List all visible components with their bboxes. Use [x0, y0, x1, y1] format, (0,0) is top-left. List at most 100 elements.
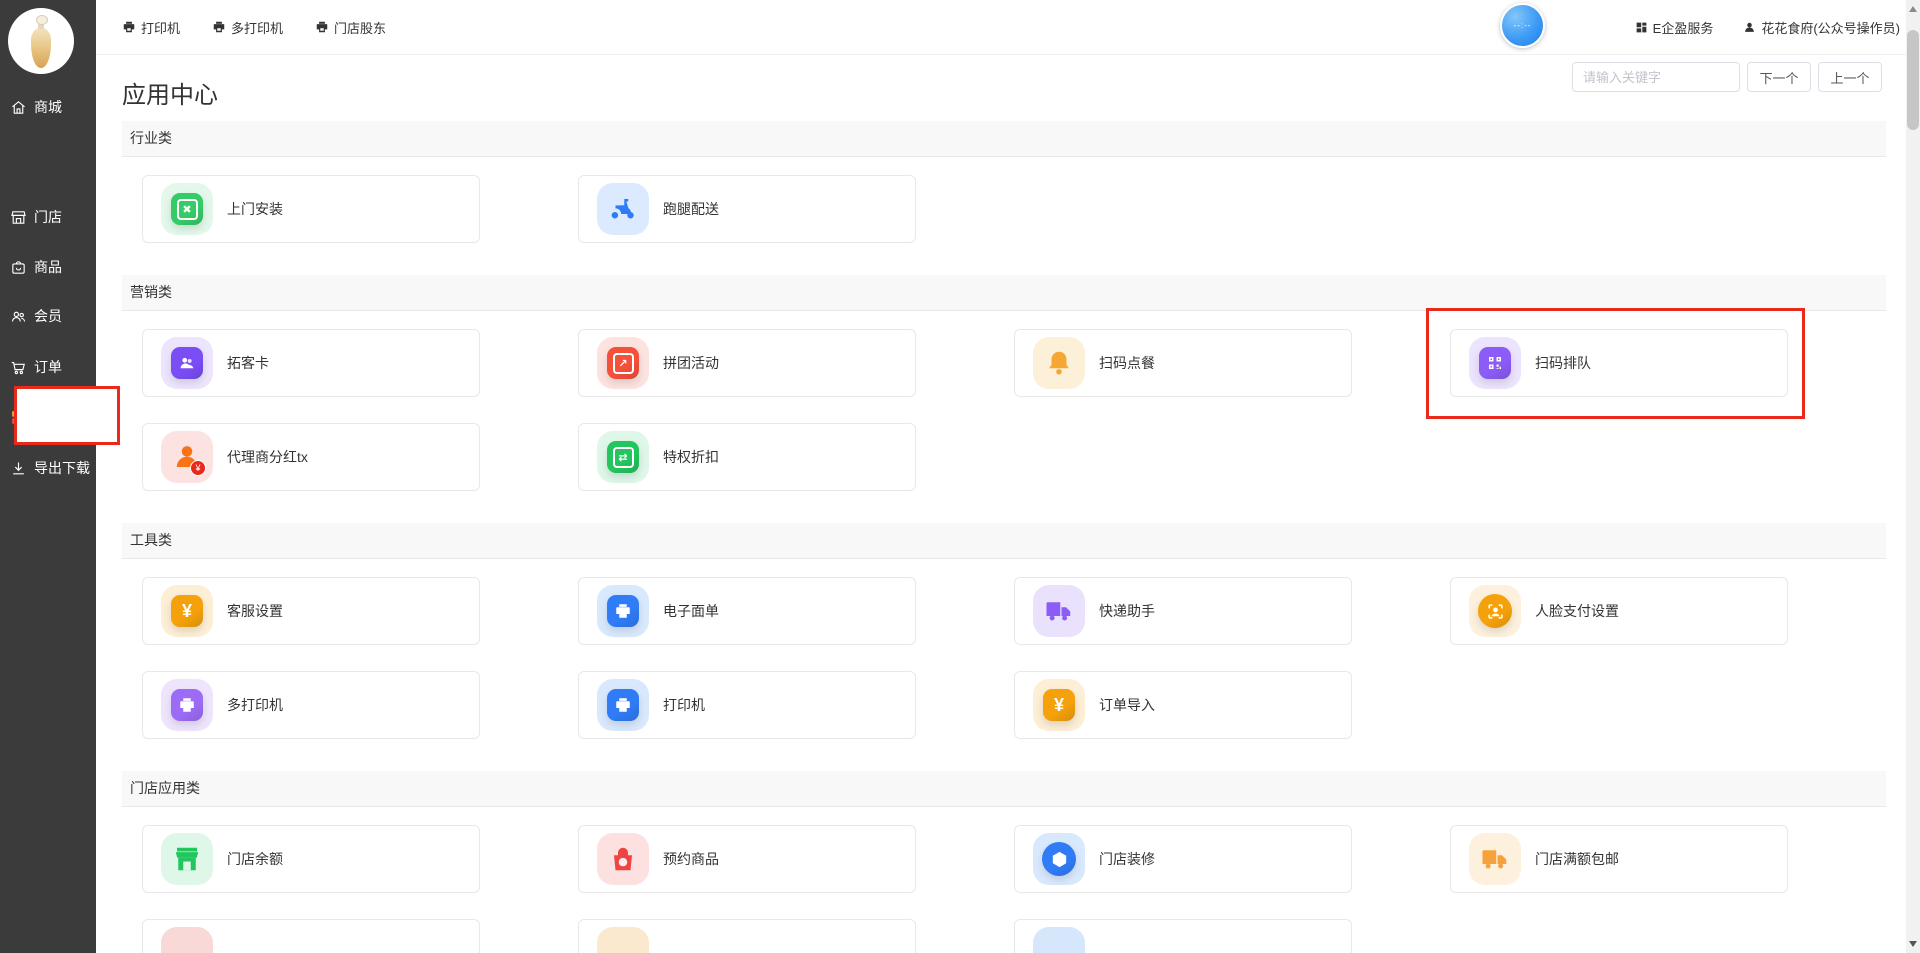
app-card-label: 客服设置: [227, 601, 283, 621]
page-title: 应用中心: [122, 75, 218, 110]
sidebar-item-label: 会员: [34, 306, 62, 326]
app-card[interactable]: 门店装修: [1014, 825, 1352, 893]
app-card[interactable]: 门店满额包邮: [1450, 825, 1788, 893]
floating-assistant-widget[interactable]: --:--: [1500, 3, 1545, 48]
service-menu[interactable]: E企盈服务: [1635, 18, 1714, 37]
app-card[interactable]: ↗ 拼团活动: [578, 329, 916, 397]
yen-icon: ¥: [161, 585, 213, 637]
icon-tile: [171, 689, 203, 721]
app-card-partial[interactable]: [1014, 919, 1352, 953]
topbar-link-1[interactable]: 多打印机: [212, 18, 283, 37]
app-card-partial[interactable]: [578, 919, 916, 953]
topbar: 打印机 多打印机 门店股东 E企盈服务 花花食府(公众号操作员): [96, 0, 1906, 55]
app-card[interactable]: 跑腿配送: [578, 175, 916, 243]
app-card[interactable]: 拓客卡: [142, 329, 480, 397]
bell-icon: [1033, 337, 1085, 389]
app-card[interactable]: ✖ 上门安装: [142, 175, 480, 243]
app-card[interactable]: 多打印机: [142, 671, 480, 739]
app-card[interactable]: ¥订单导入: [1014, 671, 1352, 739]
app-card[interactable]: 人脸支付设置: [1450, 577, 1788, 645]
icon-tile: ⇄: [607, 441, 639, 473]
sidebar-item-download[interactable]: 导出下载: [0, 455, 96, 481]
topbar-link-label: 打印机: [141, 18, 180, 37]
scroll-down-arrow[interactable]: [1909, 941, 1917, 947]
download-icon: [10, 460, 27, 477]
icon-tile: ¥: [171, 595, 203, 627]
members-icon: [10, 308, 27, 325]
app-card[interactable]: 快递助手: [1014, 577, 1352, 645]
app-card-label: 多打印机: [227, 695, 283, 715]
app-card-label: 上门安装: [227, 199, 283, 219]
search-input[interactable]: [1572, 62, 1740, 92]
sidebar-item-label: 门店: [34, 207, 62, 227]
topbar-link-2[interactable]: 门店股东: [315, 18, 386, 37]
app-card[interactable]: 扫码点餐: [1014, 329, 1352, 397]
icon-tile: [1042, 842, 1076, 876]
sidebar-item-cart[interactable]: 订单: [0, 354, 96, 380]
sidebar-item-label: 导出下载: [34, 458, 90, 478]
store-logo-avatar[interactable]: [8, 8, 74, 74]
grid-icon: [1635, 21, 1648, 34]
sidebar-item-store[interactable]: 门店: [0, 204, 96, 230]
app-card[interactable]: ⇄ 特权折扣: [578, 423, 916, 491]
app-card-partial[interactable]: [142, 919, 480, 953]
app-card[interactable]: ¥代理商分红tx: [142, 423, 480, 491]
section-grid: ✖ 上门安装 跑腿配送: [122, 157, 1886, 275]
app-card-label: 快递助手: [1099, 601, 1155, 621]
app-card-label: 门店余额: [227, 849, 283, 869]
app-card-label: 门店装修: [1099, 849, 1155, 869]
topbar-link-0[interactable]: 打印机: [122, 18, 180, 37]
section-header: 营销类: [122, 275, 1886, 311]
scroll-up-arrow[interactable]: [1909, 6, 1917, 12]
app-card-label: 人脸支付设置: [1535, 601, 1619, 621]
icon-tile: [607, 595, 639, 627]
printer-icon: [597, 585, 649, 637]
icon-tile: ✖: [171, 193, 203, 225]
scrollbar-thumb[interactable]: [1907, 30, 1919, 130]
app-card[interactable]: 门店余额: [142, 825, 480, 893]
app-card[interactable]: ¥ 客服设置: [142, 577, 480, 645]
prev-button[interactable]: 上一个: [1818, 62, 1882, 92]
app-card-label: 预约商品: [663, 849, 719, 869]
next-button[interactable]: 下一个: [1747, 62, 1811, 92]
swap-icon: ⇄: [597, 431, 649, 483]
app-icon-partial: [597, 927, 649, 953]
section-header: 工具类: [122, 523, 1886, 559]
app-icon-partial: [1033, 927, 1085, 953]
app-card[interactable]: 预约商品: [578, 825, 916, 893]
app-card-label: 拼团活动: [663, 353, 719, 373]
yen-icon: ¥: [1033, 679, 1085, 731]
store-icon: [10, 209, 27, 226]
service-label: E企盈服务: [1653, 18, 1714, 37]
icon-tile: [171, 347, 203, 379]
annotation-box-sidebar-apps: [14, 386, 120, 445]
app-card[interactable]: 打印机: [578, 671, 916, 739]
topbar-link-label: 门店股东: [334, 18, 386, 37]
sidebar: 商城门店商品会员订单应用导出下载: [0, 0, 96, 953]
app-card-label: 扫码点餐: [1099, 353, 1155, 373]
truck-icon: [1033, 585, 1085, 637]
printer-icon: [212, 20, 226, 34]
sidebar-item-label: 订单: [34, 357, 62, 377]
vertical-scrollbar[interactable]: [1906, 0, 1920, 953]
app-card-label: 特权折扣: [663, 447, 719, 467]
sidebar-item-home[interactable]: 商城: [0, 94, 96, 120]
cart-icon: [10, 359, 27, 376]
sidebar-item-label: 商城: [34, 97, 62, 117]
annotation-box-queue-app: [1426, 308, 1805, 419]
user-icon: [1743, 21, 1756, 34]
user-menu[interactable]: 花花食府(公众号操作员): [1743, 18, 1900, 37]
app-window: 商城门店商品会员订单应用导出下载 打印机多打印机门店股东 E企盈服务 花花食府(…: [0, 0, 1920, 953]
scooter-icon: [597, 183, 649, 235]
cube-icon: [1033, 833, 1085, 885]
app-icon-partial: [161, 927, 213, 953]
sidebar-item-goods[interactable]: 商品: [0, 254, 96, 280]
sidebar-item-label: 商品: [34, 257, 62, 277]
app-card[interactable]: 电子面单: [578, 577, 916, 645]
bag-icon: [597, 833, 649, 885]
section-header: 门店应用类: [122, 771, 1886, 807]
arrow-icon: ↗: [597, 337, 649, 389]
home-icon: [10, 99, 27, 116]
sidebar-item-members[interactable]: 会员: [0, 303, 96, 329]
person-yen-icon: ¥: [161, 431, 213, 483]
